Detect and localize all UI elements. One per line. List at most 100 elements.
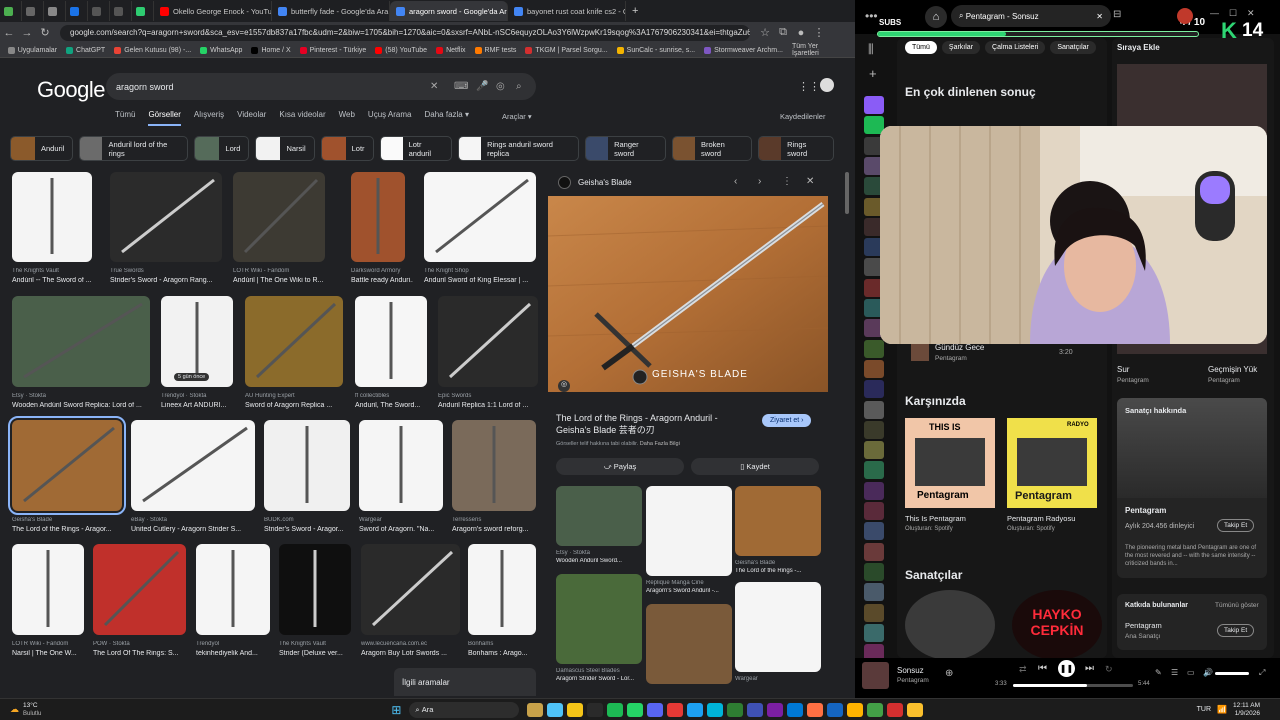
taskbar-app-icon[interactable] <box>747 702 764 717</box>
lyrics-icon[interactable]: ✎ <box>1155 668 1162 677</box>
result-title[interactable]: Anduril Sword of King Elessar | ... <box>424 277 544 284</box>
search-tab[interactable]: Daha fazla ▾ <box>425 110 469 126</box>
now-playing-cover[interactable] <box>862 662 889 689</box>
result-title[interactable]: Anduril Replica 1:1 Lord of ... <box>438 402 546 409</box>
browser-tab[interactable]: butterfly fade - Google'da Ara <box>272 1 390 21</box>
apps-grid-icon[interactable]: ⋮⋮ <box>798 80 820 93</box>
taskbar-app-icon[interactable] <box>687 702 704 717</box>
result-source[interactable]: Geisha's Blade <box>12 517 130 523</box>
library-item[interactable] <box>864 502 884 520</box>
google-logo[interactable]: Google <box>37 77 105 103</box>
browser-tab[interactable] <box>44 1 66 21</box>
bookmark-item[interactable]: Gelen Kutusu (98) -... <box>114 46 191 54</box>
taskbar-app-icon[interactable] <box>787 702 804 717</box>
result-source[interactable]: Etsy · Stokta <box>12 393 158 399</box>
related-image[interactable] <box>735 486 821 556</box>
profile-icon[interactable]: ● <box>792 27 810 39</box>
result-image[interactable] <box>93 544 186 635</box>
result-title[interactable]: Sword of Aragorn. "Na... <box>359 526 451 533</box>
card-title[interactable]: This Is Pentagram <box>905 514 966 523</box>
visit-button[interactable]: Ziyaret et › <box>762 414 812 427</box>
new-tab-icon[interactable]: + <box>632 5 638 17</box>
related-image[interactable] <box>556 486 642 546</box>
saved-button[interactable]: Kaydedilenler <box>780 112 825 121</box>
browser-tab[interactable] <box>132 1 154 21</box>
result-source[interactable]: LOTR Wiki - Fandom <box>12 641 92 647</box>
next-arrow-icon[interactable]: › <box>758 176 761 187</box>
related-chip[interactable]: Narsil <box>255 136 315 161</box>
result-source[interactable]: LOTR Wiki - Fandom <box>233 268 333 274</box>
related-title[interactable]: Aragorn's Sword Anduril -... <box>646 588 732 594</box>
bookmark-item[interactable]: SunCalc - sunrise, s... <box>616 46 695 54</box>
result-image[interactable] <box>245 296 343 387</box>
result-image[interactable] <box>279 544 351 635</box>
result-title[interactable]: Sword of Aragorn Replica ... <box>245 402 351 409</box>
taskbar-app-icon[interactable] <box>807 702 824 717</box>
devices-icon[interactable]: ▭ <box>1187 668 1195 677</box>
related-chip[interactable]: Ranger sword <box>585 136 666 161</box>
mic-icon[interactable]: 🎤 <box>476 81 488 92</box>
filter-chip[interactable]: Sanatçılar <box>1050 41 1096 54</box>
taskbar-app-icon[interactable] <box>527 702 544 717</box>
library-item[interactable] <box>864 380 884 399</box>
result-image[interactable] <box>233 172 325 262</box>
library-item[interactable] <box>864 481 884 500</box>
close-preview-icon[interactable]: ✕ <box>806 176 814 187</box>
result-source[interactable]: The Knights Vault <box>12 268 100 274</box>
result-source[interactable]: Darksword Armory <box>351 268 413 274</box>
related-source[interactable]: Geisha's Blade <box>735 560 821 566</box>
related-title[interactable]: The Lord of the Rings -... <box>735 568 821 574</box>
search-tab[interactable]: Görseller <box>148 110 181 126</box>
spotify-search-input[interactable]: ⌕ Pentagram - Sonsuz ✕ <box>951 5 1111 27</box>
library-item[interactable] <box>864 583 884 602</box>
result-source[interactable]: BUDK.com <box>264 517 358 523</box>
bookmark-item[interactable]: RMF tests <box>474 46 516 54</box>
result-title[interactable]: Aragorn Buy Lotr Swords ... <box>361 650 468 657</box>
result-source[interactable]: eBay · Stokta <box>131 517 263 523</box>
library-item[interactable] <box>864 623 884 642</box>
menu-icon[interactable]: ⋮ <box>810 26 828 39</box>
taskbar-app-icon[interactable] <box>707 702 724 717</box>
browser-tab[interactable] <box>66 1 88 21</box>
playlist-cover[interactable]: RADYO Pentagram <box>1007 418 1097 508</box>
related-chip[interactable]: Anduril <box>10 136 74 161</box>
library-item[interactable] <box>864 339 884 358</box>
library-icon[interactable]: ⫼ <box>868 42 874 57</box>
result-image[interactable] <box>452 420 536 511</box>
taskbar-app-icon[interactable] <box>587 702 604 717</box>
taskbar-app-icon[interactable] <box>887 702 904 717</box>
previous-icon[interactable]: ⏮ <box>1038 663 1047 674</box>
all-bookmarks[interactable]: Tüm Yer İşaretleri <box>792 43 845 57</box>
wifi-icon[interactable]: 📶 <box>1217 705 1227 714</box>
bookmark-item[interactable]: Uygulamalar <box>7 46 57 54</box>
related-source[interactable]: Réplique Manga Ciné <box>646 580 732 586</box>
result-title[interactable]: Wooden Andúril Sword Replica: Lord of ..… <box>12 402 158 409</box>
browser-tab[interactable]: bayonet rust coat knife cs2 - G <box>508 1 626 21</box>
taskbar-app-icon[interactable] <box>567 702 584 717</box>
result-title[interactable]: tekinhediyelik And... <box>196 650 278 657</box>
lens-icon[interactable]: ◎ <box>558 380 570 392</box>
taskbar-app-icon[interactable] <box>827 702 844 717</box>
taskbar-app-icon[interactable] <box>547 702 564 717</box>
result-title[interactable]: Aragorn's sword reforg... <box>452 526 544 533</box>
result-image[interactable] <box>438 296 538 387</box>
reload-icon[interactable]: ↻ <box>36 26 54 39</box>
related-image[interactable] <box>646 486 732 576</box>
library-item[interactable] <box>864 603 884 622</box>
result-image[interactable] <box>12 296 150 387</box>
back-icon[interactable]: ← <box>0 27 18 39</box>
taskbar-app-icon[interactable] <box>647 702 664 717</box>
contributor-name[interactable]: Pentagram <box>1125 621 1162 630</box>
browser-tab[interactable] <box>22 1 44 21</box>
related-chip[interactable]: Rings anduril sword replica <box>458 136 580 161</box>
account-avatar[interactable] <box>820 78 834 92</box>
result-title[interactable]: Strider's Sword - Aragorn Rang... <box>110 277 230 284</box>
bookmark-item[interactable]: WhatsApp <box>200 46 242 54</box>
pause-button[interactable]: ❚❚ <box>1058 660 1075 677</box>
result-source[interactable]: POW · Stokta <box>93 641 194 647</box>
language-indicator[interactable]: TUR <box>1197 706 1211 713</box>
preview-source[interactable]: Geisha's Blade <box>578 178 632 187</box>
result-image[interactable] <box>196 544 270 635</box>
result-source[interactable]: True Swords <box>110 268 230 274</box>
taskbar-app-icon[interactable] <box>907 702 924 717</box>
